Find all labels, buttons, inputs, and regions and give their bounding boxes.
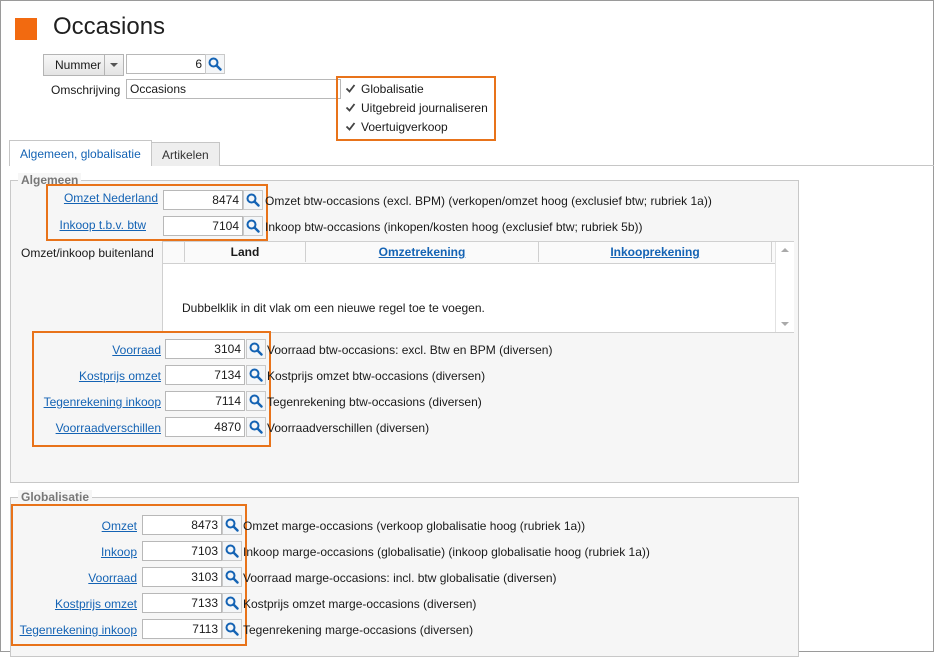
voorraad-desc: Voorraad btw-occasions: excl. Btw en BPM… (267, 343, 553, 357)
tegenrekening-inkoop-search-button[interactable] (246, 391, 266, 411)
checkbox-group: Globalisatie Uitgebreid journaliseren Vo… (344, 79, 488, 136)
glob-voorraad-link[interactable]: Voorraad (1, 571, 137, 585)
globalisatie-group-title: Globalisatie (18, 490, 93, 504)
voorraadverschillen-input[interactable]: 4870 (165, 417, 245, 437)
checkmark-icon (344, 102, 356, 114)
nummer-search-button[interactable] (205, 54, 225, 74)
search-icon (225, 570, 239, 584)
search-icon (249, 342, 263, 356)
glob-tegenrekening-inkoop-desc: Tegenrekening marge-occasions (diversen) (243, 623, 474, 637)
chevron-down-icon (110, 63, 118, 67)
tegenrekening-inkoop-link[interactable]: Tegenrekening inkoop (1, 395, 161, 409)
grid-header-inkooprekening[interactable]: Inkooprekening (539, 242, 772, 262)
checkbox-uitgebreid-journaliseren[interactable]: Uitgebreid journaliseren (344, 98, 488, 117)
tegenrekening-inkoop-input[interactable]: 7114 (165, 391, 245, 411)
glob-omzet-desc: Omzet marge-occasions (verkoop globalisa… (243, 519, 586, 533)
kostprijs-omzet-input[interactable]: 7134 (165, 365, 245, 385)
glob-inkoop-link[interactable]: Inkoop (1, 545, 137, 559)
search-icon (246, 193, 260, 207)
buitenland-grid[interactable]: Land Omzetrekening Inkooprekening Dubbel… (162, 241, 794, 333)
glob-omzet-input[interactable]: 8473 (142, 515, 222, 535)
checkbox-voertuigverkoop[interactable]: Voertuigverkoop (344, 117, 488, 136)
inkoop-btw-search-button[interactable] (243, 216, 263, 236)
window: Occasions Nummer 6 Omschrijving Occasion… (0, 0, 934, 657)
voorraadverschillen-link[interactable]: Voorraadverschillen (1, 421, 161, 435)
kostprijs-omzet-search-button[interactable] (246, 365, 266, 385)
search-icon (208, 57, 222, 71)
omzet-nederland-input[interactable]: 8474 (163, 190, 243, 210)
buitenland-label: Omzet/inkoop buitenland (21, 246, 154, 260)
omschrijving-label: Omschrijving (51, 83, 121, 97)
omzet-nederland-desc: Omzet btw-occasions (excl. BPM) (verkope… (265, 194, 712, 208)
search-icon (225, 596, 239, 610)
scroll-down-icon (781, 322, 789, 326)
inkoop-btw-link[interactable]: Inkoop t.b.v. btw (1, 218, 147, 232)
glob-inkoop-search-button[interactable] (222, 541, 242, 561)
search-icon (225, 544, 239, 558)
glob-tegenrekening-inkoop-link[interactable]: Tegenrekening inkoop (1, 623, 137, 637)
search-icon (249, 394, 263, 408)
nummer-button[interactable]: Nummer (43, 54, 113, 76)
glob-inkoop-input[interactable]: 7103 (142, 541, 222, 561)
nummer-label: Nummer (54, 58, 101, 72)
glob-kostprijs-omzet-link[interactable]: Kostprijs omzet (1, 597, 137, 611)
inkoop-btw-desc: Inkoop btw-occasions (inkopen/kosten hoo… (265, 220, 643, 234)
search-icon (249, 368, 263, 382)
glob-tegenrekening-inkoop-search-button[interactable] (222, 619, 242, 639)
grid-scrollbar[interactable] (775, 242, 794, 332)
checkbox-label: Globalisatie (361, 81, 424, 96)
checkbox-label: Voertuigverkoop (361, 119, 448, 134)
scroll-up-icon (781, 248, 789, 252)
voorraad-link[interactable]: Voorraad (1, 343, 161, 357)
tegenrekening-inkoop-desc: Tegenrekening btw-occasions (diversen) (267, 395, 482, 409)
glob-kostprijs-omzet-input[interactable]: 7133 (142, 593, 222, 613)
search-icon (249, 420, 263, 434)
voorraadverschillen-desc: Voorraadverschillen (diversen) (267, 421, 430, 435)
nummer-dropdown-button[interactable] (104, 54, 124, 76)
glob-voorraad-input[interactable]: 3103 (142, 567, 222, 587)
omzet-nederland-link[interactable]: Omzet Nederland (1, 191, 158, 205)
search-icon (225, 518, 239, 532)
checkmark-icon (344, 121, 356, 133)
search-icon (225, 622, 239, 636)
voorraad-search-button[interactable] (246, 339, 266, 359)
page-title: Occasions (53, 13, 166, 40)
grid-header-omzetrekening[interactable]: Omzetrekening (306, 242, 539, 262)
checkmark-icon (344, 83, 356, 95)
search-icon (246, 219, 260, 233)
glob-tegenrekening-inkoop-input[interactable]: 7113 (142, 619, 222, 639)
grid-placeholder-text: Dubbelklik in dit vlak om een nieuwe reg… (182, 301, 485, 315)
grid-header: Land Omzetrekening Inkooprekening (163, 242, 775, 264)
app-logo-square (15, 18, 37, 40)
voorraadverschillen-search-button[interactable] (246, 417, 266, 437)
glob-voorraad-desc: Voorraad marge-occasions: incl. btw glob… (243, 571, 557, 585)
nummer-input[interactable]: 6 (126, 54, 206, 74)
kostprijs-omzet-link[interactable]: Kostprijs omzet (1, 369, 161, 383)
kostprijs-omzet-desc: Kostprijs omzet btw-occasions (diversen) (267, 369, 486, 383)
grid-header-land[interactable]: Land (185, 242, 306, 262)
glob-kostprijs-omzet-desc: Kostprijs omzet marge-occasions (diverse… (243, 597, 477, 611)
voorraad-input[interactable]: 3104 (165, 339, 245, 359)
glob-voorraad-search-button[interactable] (222, 567, 242, 587)
tab-artikelen[interactable]: Artikelen (151, 142, 220, 166)
omschrijving-input[interactable]: Occasions (126, 79, 341, 99)
omzet-nederland-search-button[interactable] (243, 190, 263, 210)
inkoop-btw-input[interactable]: 7104 (163, 216, 243, 236)
glob-kostprijs-omzet-search-button[interactable] (222, 593, 242, 613)
glob-omzet-link[interactable]: Omzet (1, 519, 137, 533)
grid-header-select (163, 242, 185, 262)
tab-algemeen-globalisatie[interactable]: Algemeen, globalisatie (9, 140, 152, 166)
checkbox-label: Uitgebreid journaliseren (361, 100, 488, 115)
checkbox-globalisatie[interactable]: Globalisatie (344, 79, 488, 98)
glob-inkoop-desc: Inkoop marge-occasions (globalisatie) (i… (243, 545, 650, 559)
glob-omzet-search-button[interactable] (222, 515, 242, 535)
